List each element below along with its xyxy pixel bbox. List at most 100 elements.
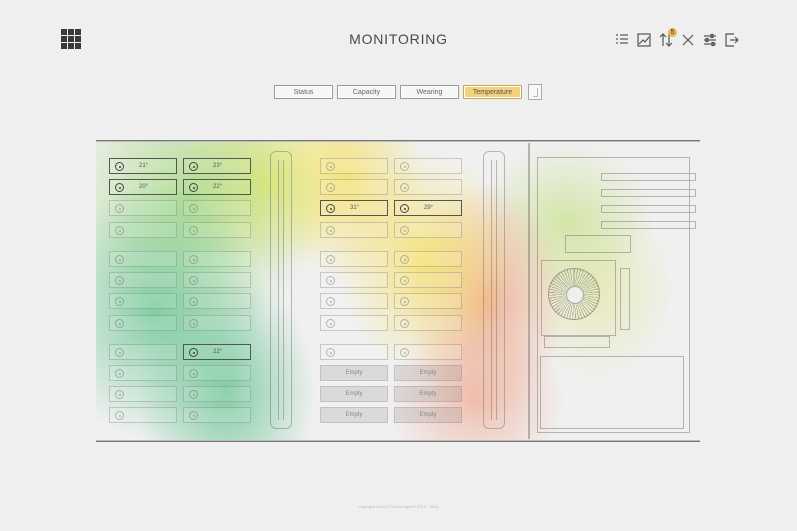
tab-capacity[interactable]: Capacity xyxy=(337,85,396,99)
sliders-icon[interactable] xyxy=(702,32,717,47)
drive-icon xyxy=(400,204,409,213)
drive-slot[interactable] xyxy=(183,251,251,267)
drive-slot-active[interactable]: 22° xyxy=(183,344,251,360)
drive-icon xyxy=(189,369,198,378)
drive-slot[interactable] xyxy=(394,222,462,238)
drive-slot[interactable] xyxy=(394,272,462,288)
drive-slot[interactable] xyxy=(183,200,251,216)
drive-icon xyxy=(115,369,124,378)
drive-icon xyxy=(189,276,198,285)
slot-temperature: 22° xyxy=(213,349,223,355)
drive-slot[interactable] xyxy=(109,407,177,423)
drive-slot[interactable] xyxy=(109,365,177,381)
drive-slot-active[interactable]: 31° xyxy=(320,200,388,216)
list-icon[interactable] xyxy=(614,32,629,47)
drive-slot[interactable] xyxy=(109,315,177,331)
slot-temperature: 20° xyxy=(139,184,149,190)
drive-slot[interactable] xyxy=(320,251,388,267)
drive-slot[interactable] xyxy=(394,158,462,174)
drive-slot[interactable] xyxy=(394,315,462,331)
drive-slot[interactable] xyxy=(109,344,177,360)
drive-slot-active[interactable]: 22° xyxy=(183,179,251,195)
drive-slot[interactable] xyxy=(183,407,251,423)
empty-slot[interactable]: Empty xyxy=(320,386,388,402)
drive-icon xyxy=(400,348,409,357)
drive-icon xyxy=(400,276,409,285)
drive-slot[interactable] xyxy=(320,293,388,309)
drive-slot[interactable] xyxy=(320,222,388,238)
empty-slot[interactable]: Empty xyxy=(394,365,462,381)
drive-icon xyxy=(326,276,335,285)
server-module xyxy=(544,336,610,348)
drive-icon xyxy=(115,162,124,171)
drive-slot[interactable] xyxy=(394,179,462,195)
drive-slot[interactable] xyxy=(183,386,251,402)
empty-slot[interactable]: Empty xyxy=(394,386,462,402)
drive-slot[interactable] xyxy=(320,344,388,360)
drive-icon xyxy=(115,255,124,264)
drive-slot[interactable] xyxy=(183,222,251,238)
drive-slot[interactable] xyxy=(183,293,251,309)
drive-icon xyxy=(326,183,335,192)
drive-icon xyxy=(400,319,409,328)
drive-slot[interactable] xyxy=(109,293,177,309)
rack-rail-right xyxy=(483,151,505,429)
rack-bottom-border xyxy=(96,440,700,442)
drive-slot[interactable] xyxy=(109,200,177,216)
drive-slot[interactable] xyxy=(394,293,462,309)
drive-slot[interactable] xyxy=(320,158,388,174)
drive-icon xyxy=(326,348,335,357)
server-bay xyxy=(540,356,684,429)
drive-slot-active[interactable]: 21° xyxy=(109,158,177,174)
more-tab-icon[interactable] xyxy=(528,84,542,100)
drive-slot[interactable] xyxy=(109,272,177,288)
drive-slot[interactable] xyxy=(320,315,388,331)
drive-icon xyxy=(115,226,124,235)
server-vent-2 xyxy=(601,189,696,197)
notification-badge: 5 xyxy=(668,28,677,37)
server-panel xyxy=(565,235,631,253)
logout-icon[interactable] xyxy=(724,32,739,47)
drive-icon xyxy=(400,297,409,306)
sort-icon[interactable]: 5 xyxy=(658,28,677,47)
drive-icon xyxy=(400,226,409,235)
slot-temperature: 22° xyxy=(213,184,223,190)
drive-icon xyxy=(326,297,335,306)
drive-slot[interactable] xyxy=(320,272,388,288)
drive-slot[interactable] xyxy=(320,179,388,195)
drive-slot-active[interactable]: 23° xyxy=(183,158,251,174)
empty-slot[interactable]: Empty xyxy=(320,407,388,423)
empty-slot[interactable]: Empty xyxy=(394,407,462,423)
drive-icon xyxy=(189,319,198,328)
drive-slot[interactable] xyxy=(109,222,177,238)
drive-icon xyxy=(400,162,409,171)
drive-slot[interactable] xyxy=(394,251,462,267)
drive-slot[interactable] xyxy=(109,386,177,402)
slot-temperature: 21° xyxy=(139,163,149,169)
drive-icon xyxy=(115,276,124,285)
chart-icon[interactable] xyxy=(636,32,651,47)
drive-icon xyxy=(326,226,335,235)
drive-slot[interactable] xyxy=(183,315,251,331)
server-port xyxy=(620,268,630,330)
drive-slot[interactable] xyxy=(183,272,251,288)
tab-temperature[interactable]: Temperature xyxy=(463,85,522,99)
tab-wearing[interactable]: Wearing xyxy=(400,85,459,99)
drive-slot[interactable] xyxy=(394,344,462,360)
drive-icon xyxy=(189,162,198,171)
server-vent-1 xyxy=(601,173,696,181)
drive-slot-active[interactable]: 29° xyxy=(394,200,462,216)
slot-temperature: 31° xyxy=(350,205,360,211)
tab-status[interactable]: Status xyxy=(274,85,333,99)
drive-icon xyxy=(326,162,335,171)
drive-slot[interactable] xyxy=(183,365,251,381)
drive-icon xyxy=(326,255,335,264)
drive-icon xyxy=(115,297,124,306)
rack-top-border xyxy=(96,140,700,142)
drive-slot[interactable] xyxy=(109,251,177,267)
slot-temperature: Empty xyxy=(345,412,363,418)
close-icon[interactable] xyxy=(680,32,695,47)
empty-slot[interactable]: Empty xyxy=(320,365,388,381)
drive-slot-active[interactable]: 20° xyxy=(109,179,177,195)
drive-icon xyxy=(189,204,198,213)
